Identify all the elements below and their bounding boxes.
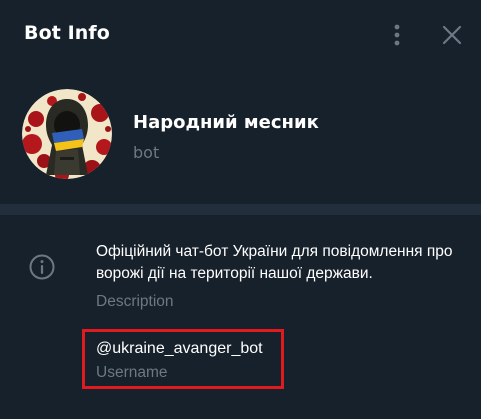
bot-name: Народний месник: [133, 112, 319, 133]
more-button[interactable]: [382, 20, 412, 50]
header: Bot Info: [0, 0, 481, 70]
close-button[interactable]: [437, 20, 467, 50]
section-divider: [0, 204, 481, 215]
bot-subtitle: bot: [133, 143, 160, 162]
more-vertical-icon: [394, 24, 400, 46]
close-icon: [442, 25, 462, 45]
avatar[interactable]: [22, 89, 112, 179]
info-section: Офіційний чат-бот України для повідомлен…: [0, 215, 481, 419]
bot-info-panel: Bot Info Народний месник bot Офіційний ч…: [0, 0, 481, 419]
description-text: Офіційний чат-бот України для повідомлен…: [96, 243, 453, 282]
page-title: Bot Info: [24, 22, 110, 44]
profile-section: Народний месник bot: [0, 70, 481, 204]
info-icon: [29, 254, 55, 280]
username-value[interactable]: @ukraine_avanger_bot: [96, 340, 263, 358]
username-label: Username: [96, 364, 168, 381]
avatar-image: [22, 89, 112, 179]
description-label: Description: [96, 293, 174, 310]
